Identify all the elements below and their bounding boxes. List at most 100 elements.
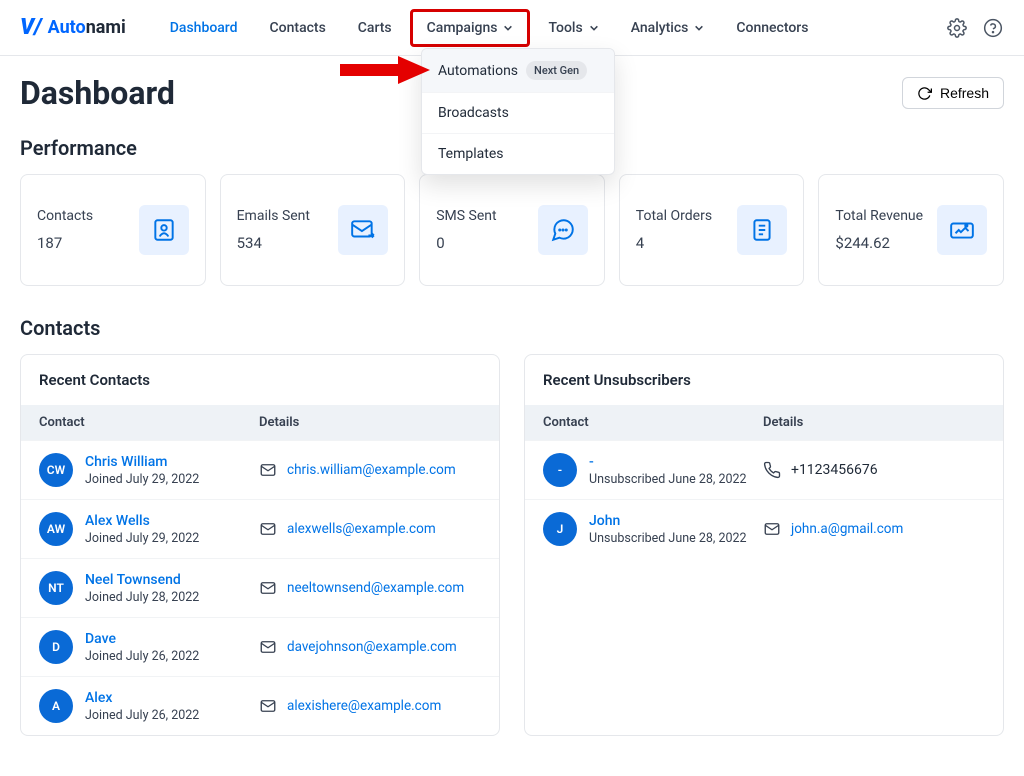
campaigns-dropdown: Automations Next Gen Broadcasts Template…	[421, 48, 615, 175]
nav-contacts[interactable]: Contacts	[256, 12, 340, 44]
table-row: - - Unsubscribed June 28, 2022 +11234566…	[525, 440, 1003, 499]
table-row: NT Neel Townsend Joined July 28, 2022 ne…	[21, 558, 499, 617]
next-gen-badge: Next Gen	[526, 61, 587, 80]
dropdown-item-automations[interactable]: Automations Next Gen	[422, 49, 614, 93]
contact-sub: Joined July 29, 2022	[85, 531, 199, 546]
brand-logo[interactable]: V/ Autonami	[20, 15, 126, 40]
settings-button[interactable]	[946, 17, 968, 39]
contact-detail-link[interactable]: alexishere@example.com	[287, 698, 441, 714]
table-row: J John Unsubscribed June 28, 2022 john.a…	[525, 499, 1003, 558]
th-contact: Contact	[543, 415, 763, 430]
mail-icon	[259, 579, 277, 597]
perf-card: Contacts 187	[20, 174, 206, 286]
contact-name-link[interactable]: Neel Townsend	[85, 572, 199, 588]
contact-detail-text: +1123456676	[791, 462, 878, 478]
avatar: A	[39, 689, 73, 723]
nav-tools[interactable]: Tools	[534, 12, 612, 44]
nav-carts[interactable]: Carts	[344, 12, 406, 44]
annotation-arrow-icon	[340, 52, 430, 92]
perf-card: SMS Sent 0	[419, 174, 605, 286]
perf-label: Contacts	[37, 208, 93, 224]
contacts-heading: Contacts	[20, 316, 1004, 340]
contact-detail-link[interactable]: alexwells@example.com	[287, 521, 436, 537]
dropdown-item-broadcasts[interactable]: Broadcasts	[422, 93, 614, 134]
perf-value: 534	[237, 234, 310, 252]
dropdown-item-templates[interactable]: Templates	[422, 134, 614, 174]
page-title: Dashboard	[20, 74, 175, 112]
perf-card: Total Revenue $244.62	[818, 174, 1004, 286]
perf-label: SMS Sent	[436, 208, 496, 224]
mail-icon	[259, 520, 277, 538]
perf-label: Total Revenue	[835, 208, 923, 224]
logo-mark-icon: V/	[20, 15, 42, 40]
panel-title: Recent Contacts	[21, 355, 499, 405]
avatar: J	[543, 512, 577, 546]
perf-card: Emails Sent 534	[220, 174, 406, 286]
perf-value: 4	[636, 234, 712, 252]
chevron-down-icon	[694, 23, 704, 33]
performance-grid: Contacts 187 Emails Sent 534 SMS Sent 0 …	[20, 174, 1004, 286]
recent-unsubscribers-panel: Recent Unsubscribers Contact Details - -…	[524, 354, 1004, 736]
contact-name-link[interactable]: Dave	[85, 631, 199, 647]
help-button[interactable]	[982, 17, 1004, 39]
perf-icon	[139, 205, 189, 255]
th-details: Details	[763, 415, 985, 430]
contact-name-link[interactable]: Alex Wells	[85, 513, 199, 529]
contact-name-link[interactable]: Chris William	[85, 454, 199, 470]
contact-detail-link[interactable]: neeltownsend@example.com	[287, 580, 464, 596]
nav-analytics[interactable]: Analytics	[617, 12, 719, 44]
contact-name-link[interactable]: -	[589, 454, 747, 470]
th-contact: Contact	[39, 415, 259, 430]
contact-detail-link[interactable]: john.a@gmail.com	[791, 521, 903, 537]
table-row: A Alex Joined July 26, 2022 alexishere@e…	[21, 676, 499, 735]
perf-icon	[538, 205, 588, 255]
contact-sub: Joined July 26, 2022	[85, 649, 199, 664]
perf-value: 0	[436, 234, 496, 252]
perf-icon	[338, 205, 388, 255]
avatar: CW	[39, 453, 73, 487]
phone-icon	[763, 461, 781, 479]
perf-label: Total Orders	[636, 208, 712, 224]
contact-sub: Unsubscribed June 28, 2022	[589, 531, 747, 546]
recent-contacts-panel: Recent Contacts Contact Details CW Chris…	[20, 354, 500, 736]
avatar: -	[543, 453, 577, 487]
table-header: Contact Details	[525, 405, 1003, 440]
nav-connectors[interactable]: Connectors	[722, 12, 822, 44]
avatar: AW	[39, 512, 73, 546]
perf-label: Emails Sent	[237, 208, 310, 224]
mail-icon	[259, 697, 277, 715]
nav-items: Dashboard Contacts Carts Campaigns Tools…	[156, 9, 823, 47]
perf-value: $244.62	[835, 234, 923, 252]
table-header: Contact Details	[21, 405, 499, 440]
table-row: AW Alex Wells Joined July 29, 2022 alexw…	[21, 499, 499, 558]
contact-sub: Joined July 29, 2022	[85, 472, 199, 487]
panel-title: Recent Unsubscribers	[525, 355, 1003, 405]
contact-name-link[interactable]: John	[589, 513, 747, 529]
contact-detail-link[interactable]: chris.william@example.com	[287, 462, 456, 478]
contact-sub: Joined July 28, 2022	[85, 590, 199, 605]
table-row: CW Chris William Joined July 29, 2022 ch…	[21, 440, 499, 499]
perf-value: 187	[37, 234, 93, 252]
contact-sub: Unsubscribed June 28, 2022	[589, 472, 747, 487]
avatar: NT	[39, 571, 73, 605]
refresh-button[interactable]: Refresh	[902, 77, 1004, 109]
perf-icon	[737, 205, 787, 255]
th-details: Details	[259, 415, 481, 430]
chevron-down-icon	[503, 23, 513, 33]
nav-dashboard[interactable]: Dashboard	[156, 12, 252, 44]
mail-icon	[763, 520, 781, 538]
contact-name-link[interactable]: Alex	[85, 690, 199, 706]
perf-card: Total Orders 4	[619, 174, 805, 286]
help-icon	[983, 18, 1003, 38]
mail-icon	[259, 638, 277, 656]
chevron-down-icon	[589, 23, 599, 33]
refresh-icon	[917, 86, 932, 101]
mail-icon	[259, 461, 277, 479]
contact-detail-link[interactable]: davejohnson@example.com	[287, 639, 457, 655]
top-nav: V/ Autonami Dashboard Contacts Carts Cam…	[0, 0, 1024, 56]
perf-icon	[937, 205, 987, 255]
nav-campaigns[interactable]: Campaigns	[410, 9, 531, 47]
contact-sub: Joined July 26, 2022	[85, 708, 199, 723]
gear-icon	[947, 18, 967, 38]
table-row: D Dave Joined July 26, 2022 davejohnson@…	[21, 617, 499, 676]
